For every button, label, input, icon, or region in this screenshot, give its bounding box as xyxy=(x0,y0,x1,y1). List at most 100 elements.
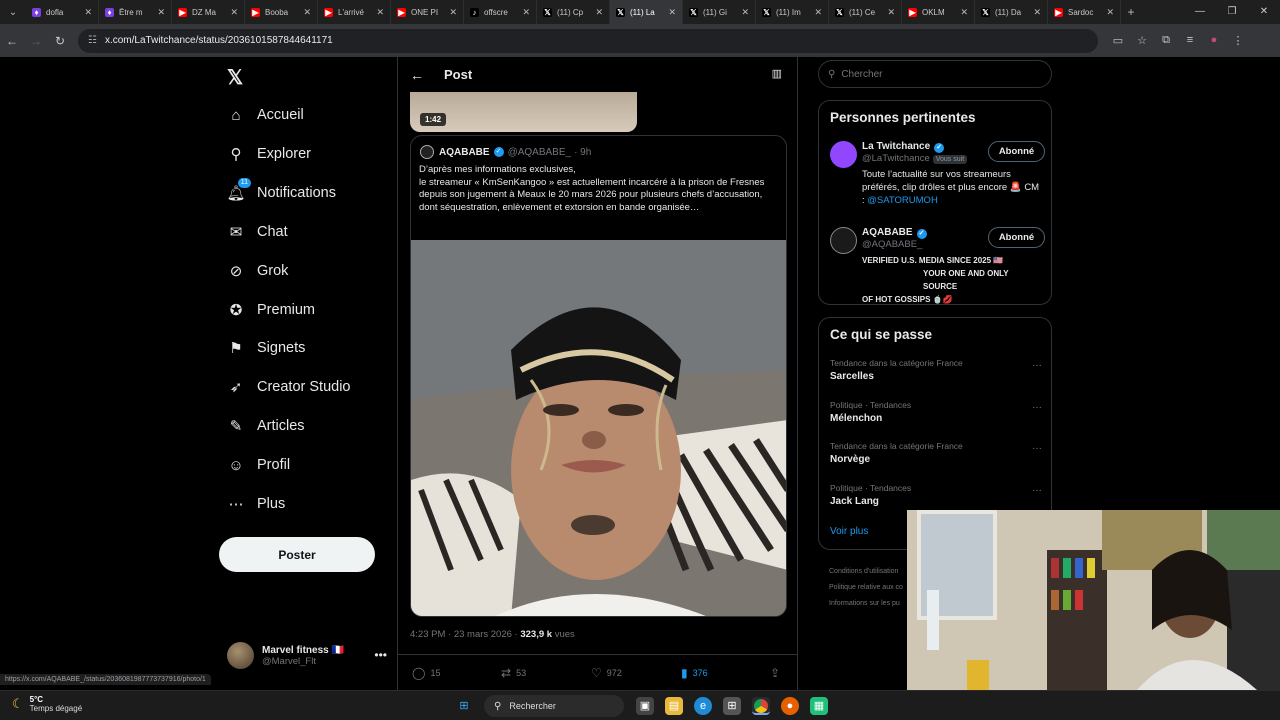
trend-more-icon[interactable]: ··· xyxy=(1032,360,1042,371)
browser-tab[interactable]: 𝕏 (11) Ce ✕ xyxy=(829,0,902,24)
back-arrow-icon[interactable]: ← xyxy=(410,67,424,83)
trend-more-icon[interactable]: ··· xyxy=(1032,402,1042,413)
trend-item[interactable]: Tendance dans la catégorie France Sarcell… xyxy=(830,358,1042,382)
bio-mention-link[interactable]: @SATORUMOH xyxy=(867,195,938,206)
footer-link[interactable]: Informations sur les pu xyxy=(829,596,919,612)
nav-item-grok[interactable]: ⊘ Grok xyxy=(227,256,289,286)
trend-item[interactable]: Politique · Tendances Mélenchon ··· xyxy=(830,400,1042,424)
browser-tab[interactable]: 𝕏 (11) Gi ✕ xyxy=(683,0,756,24)
tab-close-icon[interactable]: ✕ xyxy=(157,7,165,18)
browser-tab[interactable]: ♦ Être m ✕ xyxy=(99,0,172,24)
browser-tab[interactable]: ♦ dofla ✕ xyxy=(26,0,99,24)
browser-menu-icon[interactable]: ⋮ xyxy=(1226,34,1250,47)
media-icon[interactable]: ≡ xyxy=(1178,34,1202,47)
following-button[interactable]: Abonné xyxy=(988,141,1045,162)
account-more-icon[interactable]: ••• xyxy=(374,648,387,662)
x-logo-icon[interactable]: 𝕏 xyxy=(227,65,243,90)
show-more-link[interactable]: Voir plus xyxy=(830,526,868,537)
chrome-icon[interactable] xyxy=(752,697,770,715)
trend-item[interactable]: Politique · Tendances Jack Lang ··· xyxy=(830,483,1042,507)
following-button[interactable]: Abonné xyxy=(988,227,1045,248)
tab-close-icon[interactable]: ✕ xyxy=(741,7,749,18)
star-icon[interactable]: ☆ xyxy=(1130,34,1154,47)
new-tab-button[interactable]: + xyxy=(1121,5,1141,19)
avatar[interactable] xyxy=(830,141,857,168)
nav-item-notifications[interactable]: 🔔︎ 11 Notifications xyxy=(226,177,336,208)
browser-tab[interactable]: ▶ L'arrivé ✕ xyxy=(318,0,391,24)
browser-tab[interactable]: ▶ Sardoc ✕ xyxy=(1048,0,1121,24)
start-icon[interactable]: ⊞ xyxy=(455,697,473,715)
url-field[interactable]: ☷ x.com/LaTwitchance/status/203610158784… xyxy=(78,28,1098,53)
file-explorer-icon[interactable]: ▤ xyxy=(665,697,683,715)
browser-tab[interactable]: 𝕏 (11) Im ✕ xyxy=(756,0,829,24)
quoted-post[interactable]: AQABABE ✓ @AQABABE_ · 9h D’après mes inf… xyxy=(410,135,787,617)
nav-item-premium[interactable]: ✪ Premium xyxy=(227,295,315,325)
app-icon[interactable]: ▦ xyxy=(810,697,828,715)
footer-link[interactable]: Conditions d'utilisation xyxy=(829,564,919,580)
like-button[interactable]: ♡ 972 xyxy=(591,666,622,680)
taskbar-search[interactable]: ⚲ Rechercher xyxy=(484,695,624,717)
install-app-icon[interactable]: ▭ xyxy=(1106,34,1130,47)
nav-item-creator-studio[interactable]: ➶ Creator Studio xyxy=(227,372,351,402)
tab-close-icon[interactable]: ✕ xyxy=(449,7,457,18)
extensions-icon[interactable]: ⧉ xyxy=(1154,34,1178,47)
reader-mode-icon[interactable]: ▥ xyxy=(772,67,782,80)
weather-widget[interactable]: ☾ 5°C Temps dégagé xyxy=(12,695,82,713)
trend-more-icon[interactable]: ··· xyxy=(1032,443,1042,454)
post-timestamp[interactable]: 4:23 PM · 23 mars 2026 · xyxy=(410,629,518,640)
nav-item-profil[interactable]: ☺ Profil xyxy=(227,450,290,480)
tab-close-icon[interactable]: ✕ xyxy=(1033,7,1041,18)
back-icon[interactable]: ← xyxy=(0,34,24,48)
edge-icon[interactable]: e xyxy=(694,697,712,715)
task-view-icon[interactable]: ▣ xyxy=(636,697,654,715)
nav-item-articles[interactable]: ✎ Articles xyxy=(227,411,305,441)
nav-item-plus[interactable]: ⋯ Plus xyxy=(227,489,286,519)
tab-close-icon[interactable]: ✕ xyxy=(376,7,384,18)
tab-close-icon[interactable]: ✕ xyxy=(595,7,603,18)
repost-button[interactable]: ⇄ 53 xyxy=(501,666,526,680)
close-window-icon[interactable]: ✕ xyxy=(1248,0,1280,24)
nav-item-accueil[interactable]: ⌂ Accueil xyxy=(227,100,303,130)
tab-close-icon[interactable]: ✕ xyxy=(814,7,822,18)
person-name[interactable]: La Twitchance xyxy=(862,141,930,152)
quoted-avatar[interactable] xyxy=(420,145,434,159)
site-info-icon[interactable]: ☷ xyxy=(88,35,97,46)
tab-close-icon[interactable]: ✕ xyxy=(303,7,311,18)
maximize-icon[interactable]: ❐ xyxy=(1216,0,1248,24)
browser-tab[interactable]: ▶ Booba ✕ xyxy=(245,0,318,24)
person-name[interactable]: AQABABE xyxy=(862,227,913,238)
store-icon[interactable]: ⊞ xyxy=(723,697,741,715)
nav-item-chat[interactable]: ✉ Chat xyxy=(227,217,288,247)
trend-more-icon[interactable]: ··· xyxy=(1032,485,1042,496)
post-button[interactable]: Poster xyxy=(219,537,375,572)
browser-tab[interactable]: 𝕏 (11) Da ✕ xyxy=(975,0,1048,24)
quoted-author-name[interactable]: AQABABE xyxy=(439,147,490,158)
reply-button[interactable]: ◯ 15 xyxy=(412,666,440,680)
browser-tab[interactable]: 𝕏 (11) Cp ✕ xyxy=(537,0,610,24)
tab-close-icon[interactable]: ✕ xyxy=(1106,7,1114,18)
trend-item[interactable]: Tendance dans la catégorie France Norvège… xyxy=(830,441,1042,465)
nav-item-signets[interactable]: ⚑ Signets xyxy=(227,333,305,363)
search-field[interactable]: ⚲ Chercher xyxy=(818,60,1052,88)
footer-link[interactable]: Politique relative aux co xyxy=(829,580,919,596)
tab-close-icon[interactable]: ✕ xyxy=(522,7,530,18)
avatar[interactable] xyxy=(830,227,857,254)
tab-close-icon[interactable]: ✕ xyxy=(960,7,968,18)
tab-close-icon[interactable]: ✕ xyxy=(887,7,895,18)
browser-tab[interactable]: ▶ ONE PI ✕ xyxy=(391,0,464,24)
browser-tab[interactable]: ♪ offscre ✕ xyxy=(464,0,537,24)
nav-item-explorer[interactable]: ⚲ Explorer xyxy=(227,139,312,169)
forward-icon[interactable]: → xyxy=(24,34,48,48)
minimize-icon[interactable]: — xyxy=(1184,0,1216,24)
firefox-icon[interactable]: ● xyxy=(781,697,799,715)
browser-tab[interactable]: 𝕏 (11) La ✕ xyxy=(610,0,683,24)
reload-icon[interactable]: ↻ xyxy=(48,34,72,48)
bookmark-button[interactable]: ▮ 376 xyxy=(681,666,708,680)
profile-avatar-icon[interactable]: ● xyxy=(1202,34,1226,47)
tab-close-icon[interactable]: ✕ xyxy=(668,7,676,18)
account-switcher[interactable]: Marvel fitness 🇫🇷 @Marvel_Flt ••• xyxy=(227,642,387,669)
browser-tab[interactable]: ▶ OKLM ✕ xyxy=(902,0,975,24)
tab-close-icon[interactable]: ✕ xyxy=(84,7,92,18)
tab-close-icon[interactable]: ✕ xyxy=(230,7,238,18)
tab-search-icon[interactable]: ⌄ xyxy=(0,0,26,24)
